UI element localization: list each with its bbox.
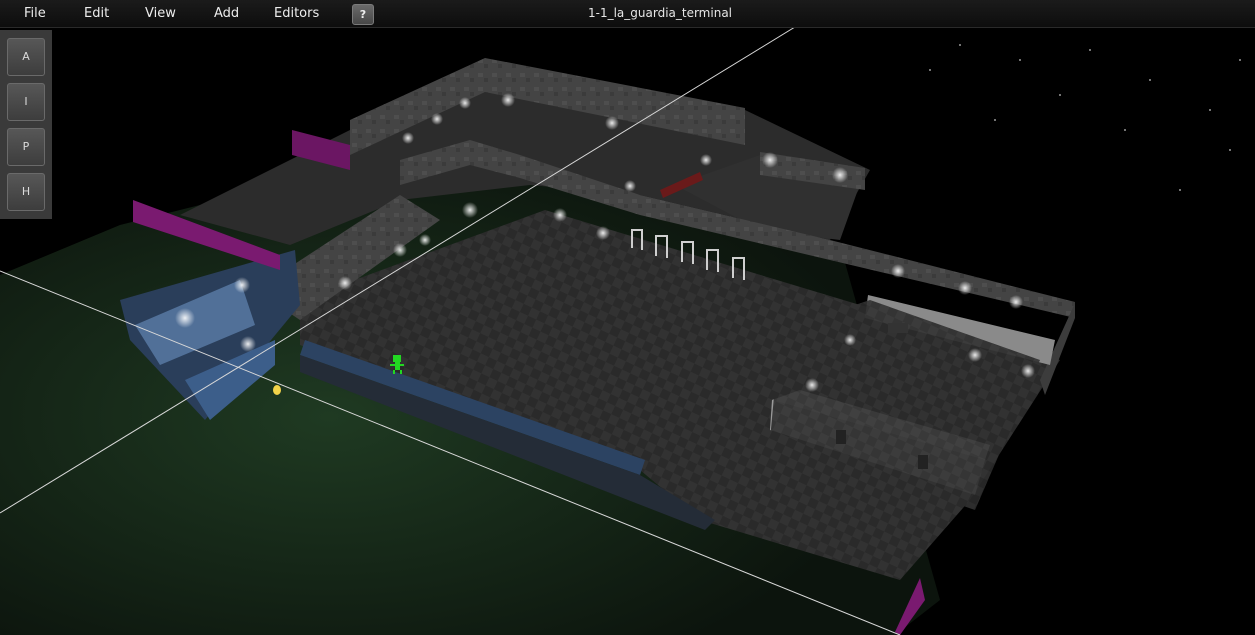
starfield <box>929 44 1241 191</box>
tool-button-a[interactable]: A <box>7 38 45 76</box>
menu-editors[interactable]: Editors <box>274 0 319 27</box>
scene-render <box>0 27 1241 635</box>
door <box>836 430 846 444</box>
tool-button-p[interactable]: P <box>7 128 45 166</box>
help-button[interactable]: ? <box>352 4 374 25</box>
menu-add[interactable]: Add <box>214 0 239 27</box>
menu-bar: File Edit View Add Editors ? 1-1_la_guar… <box>0 0 1255 28</box>
light-source-icon <box>273 385 281 395</box>
door <box>918 455 928 469</box>
3d-viewport[interactable] <box>0 27 1255 635</box>
tool-button-h[interactable]: H <box>7 173 45 211</box>
tool-button-i[interactable]: I <box>7 83 45 121</box>
menu-file[interactable]: File <box>24 0 46 27</box>
menu-view[interactable]: View <box>145 0 176 27</box>
tool-palette: A I P H <box>0 30 52 219</box>
document-title: 1-1_la_guardia_terminal <box>587 6 733 20</box>
menu-edit[interactable]: Edit <box>84 0 109 27</box>
door <box>888 323 908 333</box>
